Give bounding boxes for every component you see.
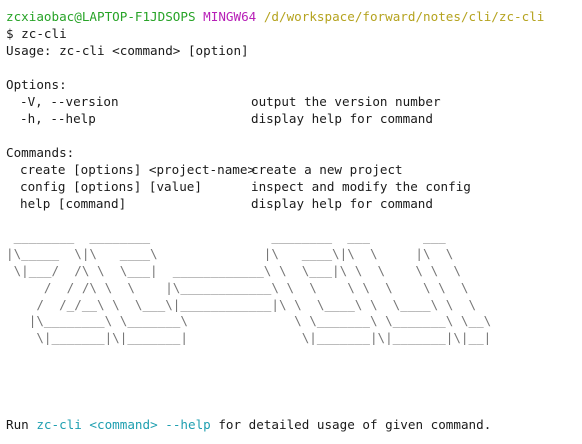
option-row: -V, --version output the version number bbox=[6, 93, 582, 110]
command-desc: create a new project bbox=[251, 162, 403, 177]
option-desc: output the version number bbox=[251, 94, 441, 109]
usage-line: Usage: zc-cli <command> [option] bbox=[6, 43, 249, 58]
commands-heading: Commands: bbox=[6, 145, 75, 160]
ascii-art-line: |\________\ \_______\ \ \_______\ \_____… bbox=[6, 313, 492, 329]
ascii-art-line: / /_/__\ \ \___\|____________|\ \ \____\… bbox=[6, 296, 477, 312]
footer-command: zc-cli <command> --help bbox=[36, 417, 211, 432]
command-row: help [command] display help for command bbox=[6, 195, 582, 212]
help-footer: Run zc-cli <command> --help for detailed… bbox=[6, 416, 491, 433]
ascii-art-line: |\_____ \|\ ____\ |\ ____\|\ \ |\ \ bbox=[6, 245, 454, 261]
option-flag: -V, --version bbox=[20, 94, 119, 109]
footer-run: Run bbox=[6, 417, 29, 432]
option-row: -h, --help display help for command bbox=[6, 110, 582, 127]
options-heading: Options: bbox=[6, 77, 67, 92]
option-flag: -h, --help bbox=[20, 111, 96, 126]
command-desc: inspect and modify the config bbox=[251, 179, 471, 194]
prompt-user-host: zcxiaobac@LAPTOP-F1JDSOPS bbox=[6, 9, 196, 24]
ascii-art-line: \|_______|\|_______| \|_______|\|_______… bbox=[6, 330, 492, 346]
ascii-art-line: \|___/ /\ \ \___| ____________\ \ \___|\… bbox=[6, 262, 461, 278]
command-row: config [options] [value] inspect and modi… bbox=[6, 178, 582, 195]
entered-command: $ zc-cli bbox=[6, 26, 67, 41]
terminal-window[interactable]: zcxiaobac@LAPTOP-F1JDSOPS MINGW64 /d/wor… bbox=[6, 8, 582, 444]
ascii-art-line: ________ ________ ________ ___ ___ bbox=[6, 229, 446, 244]
command-name: create [options] <project-name> bbox=[20, 162, 256, 177]
command-name: config [options] [value] bbox=[20, 179, 202, 194]
prompt-shell: MINGW64 bbox=[203, 9, 257, 24]
option-desc: display help for command bbox=[251, 111, 433, 126]
prompt-path: /d/workspace/forward/notes/cli/zc-cli bbox=[263, 9, 545, 24]
command-desc: display help for command bbox=[251, 196, 433, 211]
ascii-art-line: / / /\ \ \ |\____________\ \ \ \ \ \ \ \… bbox=[6, 279, 469, 295]
ascii-art-banner: ________ ________ ________ ___ ___ |\___… bbox=[6, 229, 582, 347]
command-name: help [command] bbox=[20, 196, 127, 211]
command-row: create [options] <project-name>create a … bbox=[6, 161, 582, 178]
footer-text: for detailed usage of given command. bbox=[218, 417, 492, 432]
prompt-line: zcxiaobac@LAPTOP-F1JDSOPS MINGW64 /d/wor… bbox=[6, 8, 582, 25]
